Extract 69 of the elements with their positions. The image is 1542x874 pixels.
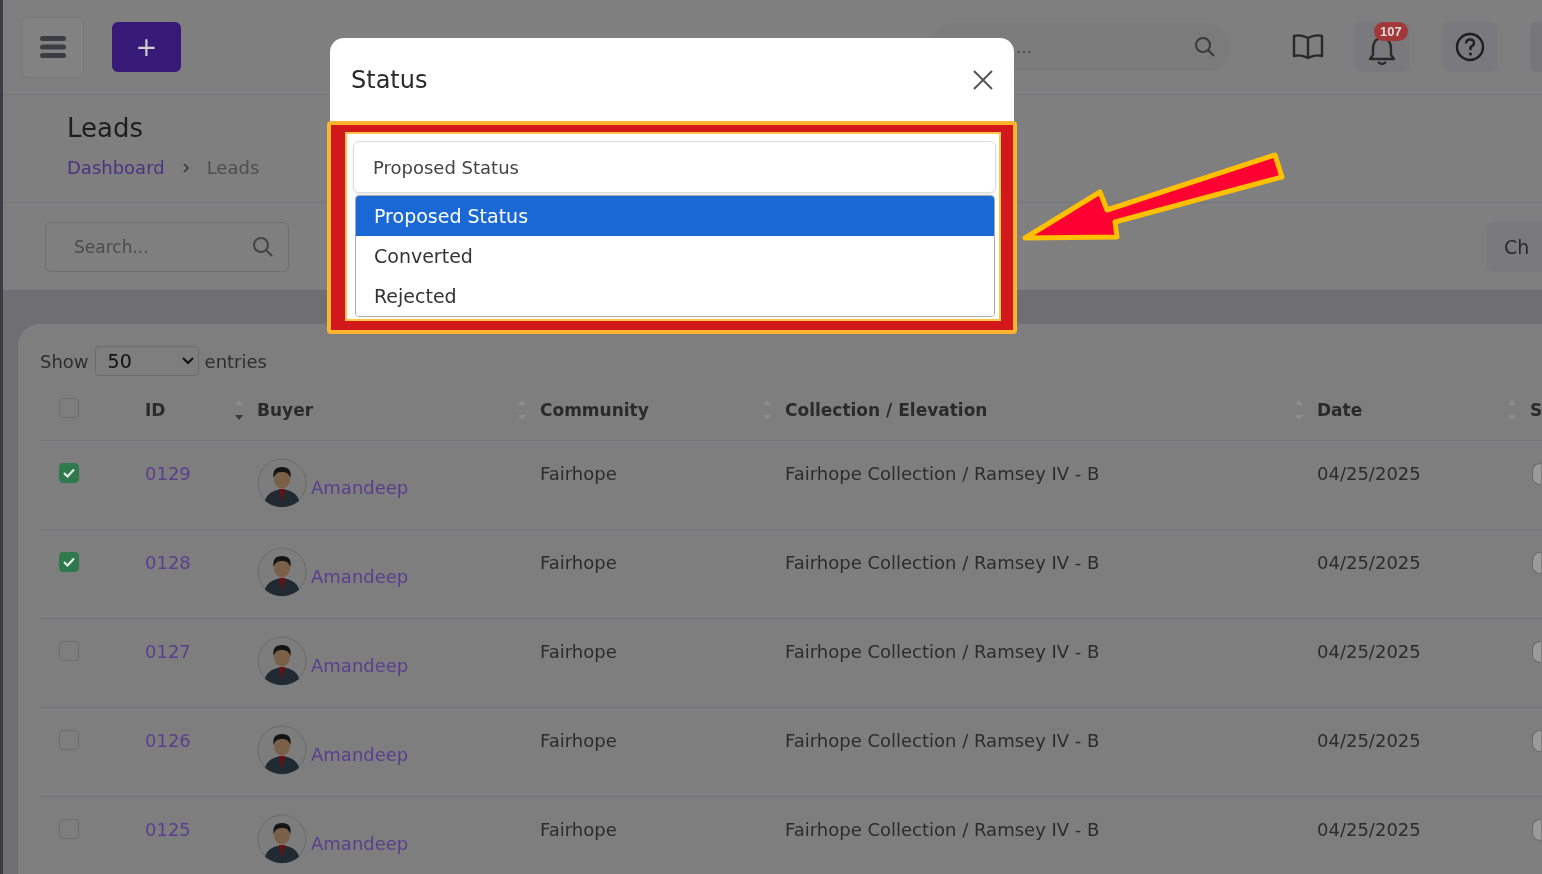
- column-header[interactable]: S: [1530, 400, 1542, 420]
- page-size-select[interactable]: 50: [94, 346, 199, 376]
- check-icon: [62, 556, 76, 568]
- column-header[interactable]: Buyer: [257, 400, 314, 420]
- chevron-down-icon: [181, 357, 194, 365]
- table-cell: Fairhope: [540, 552, 617, 573]
- book-icon: [1292, 33, 1324, 61]
- status-select[interactable]: Proposed Status: [353, 141, 996, 193]
- column-header[interactable]: Community: [540, 400, 649, 420]
- table-cell: Fairhope Collection / Ramsey IV - B: [785, 641, 1100, 662]
- status-badge: [1532, 819, 1541, 841]
- lead-id-link[interactable]: 0125: [145, 819, 191, 840]
- entries-label: entries: [204, 350, 267, 372]
- check-icon: [62, 467, 76, 479]
- table-cell: Fairhope Collection / Ramsey IV - B: [785, 730, 1100, 751]
- show-label: Show: [40, 350, 89, 372]
- avatar-icon: [257, 547, 307, 597]
- table-cell: Fairhope: [540, 641, 617, 662]
- buyer-link[interactable]: Amandeep: [311, 476, 409, 498]
- help-button[interactable]: [1442, 22, 1498, 72]
- close-icon: [972, 68, 994, 91]
- sort-icon[interactable]: [235, 399, 243, 421]
- dialog-title: Status: [351, 65, 428, 94]
- search-icon: [1194, 36, 1216, 58]
- dropdown-option[interactable]: Proposed Status: [356, 196, 994, 236]
- status-badge: [1532, 552, 1541, 574]
- chevron-right-icon: [180, 161, 191, 174]
- column-header[interactable]: Collection / Elevation: [785, 400, 988, 420]
- help-icon: [1455, 32, 1485, 62]
- avatar-icon: [257, 725, 307, 775]
- avatar-icon: [257, 458, 307, 508]
- status-badge: [1532, 463, 1541, 485]
- avatar-icon: [257, 814, 307, 864]
- buyer-link[interactable]: Amandeep: [311, 832, 409, 854]
- add-button[interactable]: +: [112, 22, 181, 72]
- search-icon: [252, 235, 274, 258]
- table-cell: 04/25/2025: [1317, 819, 1421, 840]
- table-cell: 04/25/2025: [1317, 730, 1421, 751]
- breadcrumb-link[interactable]: Dashboard: [67, 157, 165, 178]
- buyer-link[interactable]: Amandeep: [311, 565, 409, 587]
- avatar-icon: [257, 636, 307, 686]
- table-cell: 04/25/2025: [1317, 463, 1421, 484]
- row-checkbox[interactable]: [59, 463, 79, 483]
- lead-id-link[interactable]: 0126: [145, 730, 191, 751]
- lead-id-link[interactable]: 0128: [145, 552, 191, 573]
- status-badge: [1532, 641, 1541, 663]
- table-cell: Fairhope: [540, 730, 617, 751]
- row-checkbox[interactable]: [59, 552, 79, 572]
- table-cell: 04/25/2025: [1317, 552, 1421, 573]
- notifications-button[interactable]: 107: [1354, 22, 1410, 72]
- status-badge: [1532, 730, 1541, 752]
- menu-button[interactable]: [21, 16, 84, 78]
- column-header[interactable]: Date: [1317, 400, 1363, 420]
- close-button[interactable]: [972, 68, 994, 91]
- table-cell: Fairhope Collection / Ramsey IV - B: [785, 552, 1100, 573]
- lead-id-link[interactable]: 0129: [145, 463, 191, 484]
- table-cell: Fairhope: [540, 819, 617, 840]
- page-title: Leads: [67, 113, 144, 143]
- lead-id-link[interactable]: 0127: [145, 641, 191, 662]
- buyer-link[interactable]: Amandeep: [311, 743, 409, 765]
- menu-icon: [39, 35, 66, 59]
- column-header[interactable]: ID: [145, 400, 166, 420]
- buyer-link[interactable]: Amandeep: [311, 654, 409, 676]
- notification-count-badge: 107: [1374, 22, 1408, 41]
- table-cell: Fairhope Collection / Ramsey IV - B: [785, 819, 1100, 840]
- table-cell: Fairhope Collection / Ramsey IV - B: [785, 463, 1100, 484]
- table-cell: Fairhope: [540, 463, 617, 484]
- action-button[interactable]: Ch: [1486, 221, 1542, 272]
- table-cell: 04/25/2025: [1317, 641, 1421, 662]
